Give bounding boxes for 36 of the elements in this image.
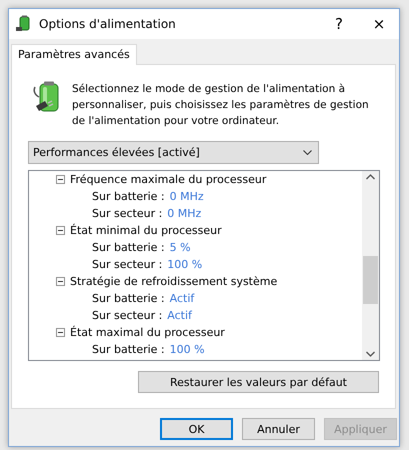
close-button[interactable]: × (359, 9, 399, 39)
window-title: Options d'alimentation (39, 17, 177, 31)
setting-label: Sur batterie : (92, 343, 165, 356)
collapse-icon[interactable] (56, 328, 65, 337)
setting-value-link[interactable]: Actif (170, 292, 194, 305)
dialog-button[interactable]: OK (160, 418, 233, 440)
scroll-up-icon[interactable] (366, 174, 375, 180)
setting-value-link[interactable]: Actif (167, 309, 192, 322)
setting-value-link[interactable]: 100 % (167, 258, 202, 271)
tree-item[interactable]: État maximal du processeur (70, 326, 225, 339)
setting-label: Sur batterie : (92, 190, 165, 203)
tree-item[interactable]: Fréquence maximale du processeur (70, 173, 266, 186)
chevron-down-icon (303, 150, 312, 155)
setting-label: Sur secteur : (92, 258, 162, 271)
tree-item[interactable]: État minimal du processeur (70, 224, 222, 237)
collapse-icon[interactable] (56, 175, 65, 184)
dialog-button[interactable]: Annuler (242, 418, 315, 440)
setting-value-link[interactable]: 5 % (170, 241, 191, 254)
setting-label: Sur batterie : (92, 292, 165, 305)
tree-item[interactable]: Stratégie de refroidissement système (70, 275, 278, 288)
scroll-down-icon[interactable] (366, 351, 375, 357)
scrollbar-thumb[interactable] (363, 256, 378, 304)
collapse-icon[interactable] (56, 277, 65, 286)
restore-defaults-button[interactable]: Restaurer les valeurs par défaut (138, 371, 379, 393)
tab[interactable]: Paramètres avancés (11, 44, 137, 65)
plan-dropdown[interactable]: Performances élevées [activé] (28, 141, 319, 164)
setting-value-link[interactable]: 100 % (170, 343, 205, 356)
setting-label: Sur secteur : (92, 207, 162, 220)
setting-value-link[interactable]: 0 MHz (170, 190, 204, 203)
instruction-text: Sélectionnez le mode de gestion de l'alimentation à personnaliser, puis choisissez les paramètres de gestion de l'alimentation pour votre ordinateur. (72, 82, 370, 129)
setting-label: Sur secteur : (92, 309, 162, 322)
setting-value-link[interactable]: 0 MHz (167, 207, 202, 220)
collapse-icon[interactable] (56, 226, 65, 235)
help-button[interactable]: ? (319, 9, 359, 39)
scrollbar[interactable] (362, 171, 379, 360)
setting-label: Sur batterie : (92, 241, 165, 254)
